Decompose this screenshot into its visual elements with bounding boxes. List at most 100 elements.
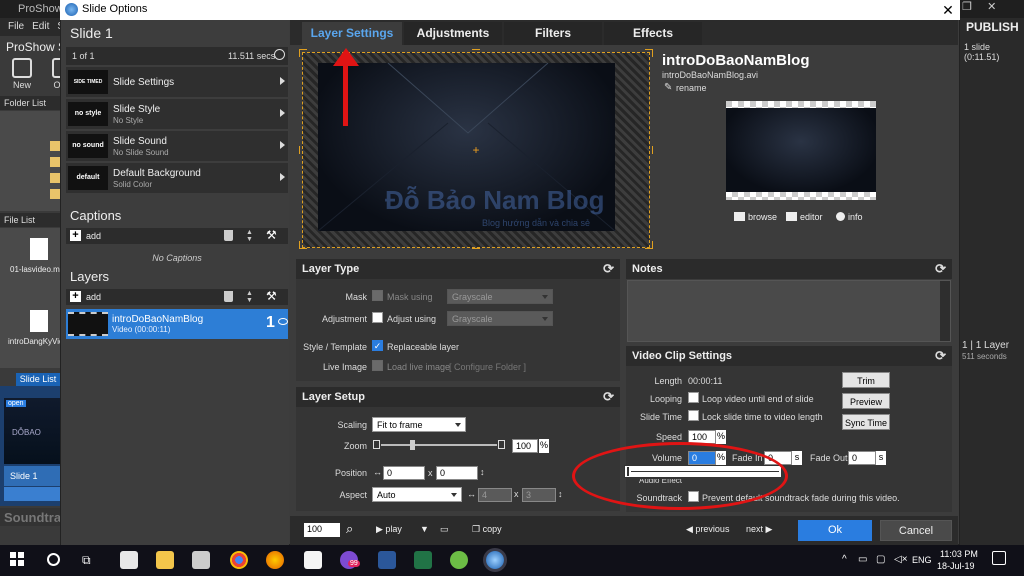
trash-icon[interactable] [224, 230, 233, 241]
comment-icon[interactable]: ▼ [420, 524, 429, 534]
windows-start-icon[interactable] [10, 552, 24, 566]
vertical-arrows-icon[interactable]: ↕ [480, 467, 485, 477]
vertical-arrows-icon[interactable]: ↕ [558, 489, 563, 499]
zoom-input[interactable]: 100 [512, 439, 538, 453]
add-layer-icon[interactable]: + [70, 291, 81, 302]
fade-out-input[interactable]: 0 [848, 451, 876, 465]
add-caption-icon[interactable]: + [70, 230, 81, 241]
search-icon[interactable] [47, 553, 60, 566]
resize-handle[interactable] [472, 241, 480, 249]
file-icon[interactable] [30, 238, 48, 260]
move-up-down-icon[interactable]: ▲ ▼ [246, 290, 253, 304]
calculator-icon[interactable] [192, 551, 210, 569]
mask-checkbox[interactable] [372, 290, 383, 301]
file-icon[interactable] [30, 310, 48, 332]
tools-icon[interactable]: ⚒ [266, 289, 277, 303]
clock-time[interactable]: 11:03 PM [940, 549, 978, 559]
pencil-icon[interactable]: ✎ [664, 82, 672, 93]
play-button[interactable]: ▶ play [376, 524, 402, 535]
app-icon[interactable] [304, 551, 322, 569]
rename-button[interactable]: rename [676, 83, 707, 93]
slide-sound-row[interactable]: no sound Slide Sound No Slide Sound [66, 131, 288, 162]
refresh-icon[interactable]: ⟳ [935, 261, 946, 277]
aspect-y-input[interactable]: 3 [522, 488, 556, 502]
chevron-up-icon[interactable]: ^ [842, 554, 847, 565]
volume-icon[interactable]: ◁× [894, 554, 908, 565]
slide-style-row[interactable]: no style Slide Style No Style [66, 99, 288, 130]
crosshair-icon[interactable]: + [470, 144, 482, 156]
position-x-input[interactable]: 0 [383, 466, 425, 480]
configure-folder-link[interactable]: [ Configure Folder ] [449, 362, 526, 372]
excel-icon[interactable] [414, 551, 432, 569]
adjustment-checkbox[interactable] [372, 312, 383, 323]
live-image-checkbox[interactable] [372, 360, 383, 371]
store-icon[interactable] [120, 551, 138, 569]
sync-time-button[interactable]: Sync Time [842, 414, 890, 430]
tools-icon[interactable]: ⚒ [266, 228, 277, 242]
add-layer-button[interactable]: add [86, 292, 101, 302]
menu-edit[interactable]: Edit [32, 21, 49, 36]
browse-button[interactable]: browse [734, 212, 777, 222]
firefox-icon[interactable] [266, 551, 284, 569]
tab-adjustments[interactable]: Adjustments [404, 22, 502, 45]
slide-settings-row[interactable]: SIDE TIMED Slide Settings [66, 67, 288, 98]
notes-textarea[interactable] [627, 280, 951, 342]
resize-handle[interactable] [645, 241, 653, 249]
menu-file[interactable]: File [8, 21, 24, 36]
tab-effects[interactable]: Effects [604, 22, 702, 45]
refresh-icon[interactable]: ⟳ [603, 261, 614, 277]
zoom-slider-thumb[interactable] [410, 440, 415, 450]
folder-icon[interactable] [50, 141, 60, 151]
ok-button[interactable]: Ok [798, 520, 872, 541]
close-icon[interactable]: ✕ [940, 2, 956, 18]
tab-layer-settings[interactable]: Layer Settings [302, 22, 402, 45]
aspect-select[interactable]: Auto [372, 487, 462, 502]
language-indicator[interactable]: ENG [912, 555, 932, 565]
slide-play-bar[interactable] [4, 487, 60, 501]
slide-list-tab[interactable]: Slide List [16, 373, 60, 386]
info-button[interactable]: info [836, 212, 863, 222]
tab-filters[interactable]: Filters [504, 22, 602, 45]
previous-button[interactable]: ◀ previous [686, 524, 729, 535]
aspect-x-input[interactable]: 4 [478, 488, 512, 502]
folder-icon[interactable] [50, 157, 60, 167]
refresh-icon[interactable]: ⟳ [935, 348, 946, 364]
resize-handle[interactable] [645, 49, 653, 57]
eye-icon[interactable] [278, 318, 288, 325]
editor-button[interactable]: editor [786, 212, 823, 222]
slide-thumbnail[interactable]: open DỖBAO [4, 398, 60, 464]
clock-icon[interactable] [274, 49, 285, 60]
notification-center-icon[interactable] [992, 551, 1006, 565]
next-button[interactable]: next ▶ [746, 524, 772, 535]
file-explorer-icon[interactable] [156, 551, 174, 569]
magnifier-icon[interactable]: ⌕ [346, 521, 353, 537]
folder-icon[interactable] [50, 189, 60, 199]
safe-zone-icon[interactable]: ▭ [440, 524, 449, 535]
add-caption-button[interactable]: add [86, 231, 101, 241]
preview-zoom-input[interactable]: 100 [304, 523, 340, 537]
clock-date[interactable]: 18-Jul-19 [937, 561, 975, 571]
cancel-button[interactable]: Cancel [880, 520, 952, 541]
display-icon[interactable]: ▢ [876, 554, 885, 565]
new-button[interactable]: New [8, 58, 36, 90]
resize-handle[interactable] [299, 241, 307, 249]
mask-select[interactable]: Grayscale [447, 289, 553, 304]
scaling-select[interactable]: Fit to frame [372, 417, 466, 432]
notes-scrollbar[interactable] [940, 281, 950, 341]
copy-button[interactable]: ❐ copy [472, 524, 502, 535]
trash-icon[interactable] [224, 291, 233, 302]
refresh-icon[interactable]: ⟳ [603, 389, 614, 405]
lock-slide-time-checkbox[interactable] [688, 410, 699, 421]
default-background-row[interactable]: default Default Background Solid Color [66, 163, 288, 194]
position-y-input[interactable]: 0 [436, 466, 478, 480]
network-icon[interactable]: ▭ [858, 554, 867, 565]
resize-handle[interactable] [299, 146, 307, 154]
word-icon[interactable] [378, 551, 396, 569]
publish-button[interactable]: PUBLISH [966, 20, 1019, 34]
proshow-taskbar-icon[interactable] [486, 551, 504, 569]
resize-handle[interactable] [299, 49, 307, 57]
adjust-select[interactable]: Grayscale [447, 311, 553, 326]
folder-icon[interactable] [50, 173, 60, 183]
viber-icon[interactable]: 99 [340, 551, 360, 569]
chrome-icon[interactable] [230, 551, 248, 569]
